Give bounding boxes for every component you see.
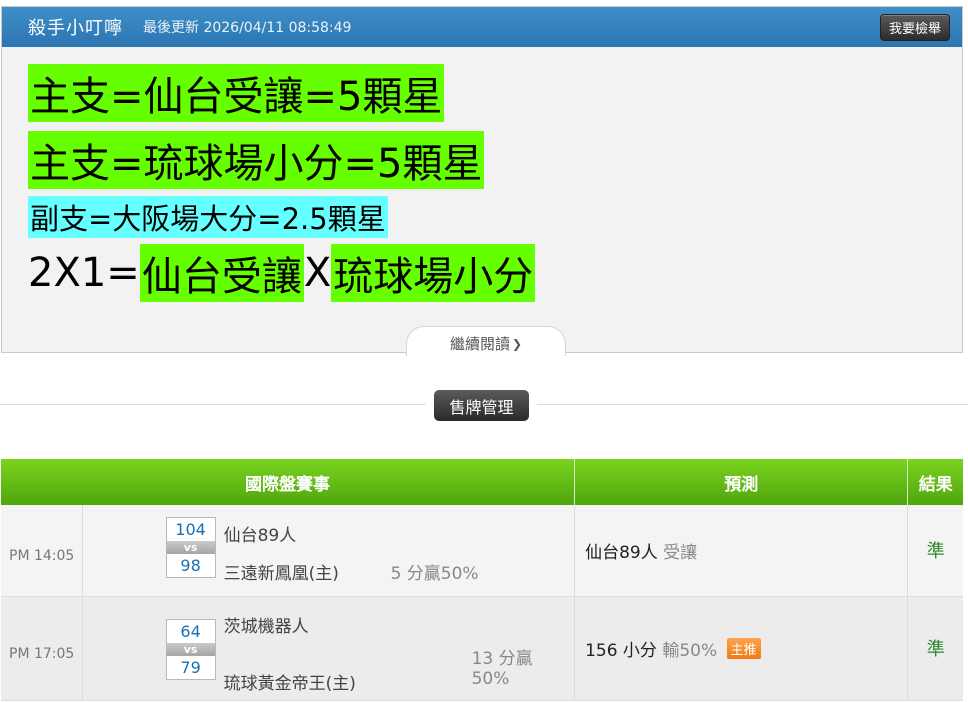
combo-part-2: 琉球場小分 (331, 244, 536, 302)
read-more-label: 繼續閱讀 (449, 335, 510, 353)
score-away: 98 (180, 556, 201, 575)
notice-body: 主支=仙台受讓=5顆星 主支=琉球場小分=5顆星 副支=大阪場大分=2.5顆星 … (2, 47, 962, 303)
games-table: 國際盤賽事 預測 結果 PM 14:05 104 vs 98 仙台89人 三遠新… (1, 459, 963, 701)
header-prediction: 預測 (574, 459, 909, 505)
notice-line-3: 副支=大阪場大分=2.5顆星 (28, 196, 962, 238)
combo-part-1: 仙台受讓 (139, 244, 304, 302)
score-away: 79 (180, 657, 201, 677)
prediction-detail: 輸50% (662, 640, 718, 661)
score-home: 64 (180, 621, 201, 641)
table-row: PM 14:05 104 vs 98 仙台89人 三遠新鳳凰(主) 5 分贏50… (1, 505, 963, 597)
result-cell: 準 (907, 505, 963, 597)
prediction-cell: 仙台89人 受讓 (574, 505, 909, 597)
notice-title: 殺手小叮嚀 (28, 18, 123, 39)
handicap-percent: 50% (471, 668, 510, 689)
read-more-button[interactable]: 繼續閱讀 ❯ (406, 326, 566, 356)
combo-separator: X (303, 250, 332, 296)
combo-prefix: 2X1= (28, 250, 140, 296)
prediction-pick: 仙台89人 (585, 542, 658, 563)
result-cell: 準 (907, 596, 963, 701)
manage-sales-button[interactable]: 售牌管理 (434, 390, 529, 421)
vs-label: vs (166, 541, 215, 554)
highlighted-text: 主支=仙台受讓=5顆星 (28, 64, 445, 122)
notice-header: 殺手小叮嚀 最後更新 2026/04/11 08:58:49 我要檢舉 (2, 7, 962, 47)
team-2: 三遠新鳳凰(主) (223, 564, 339, 584)
score-home: 104 (175, 520, 206, 539)
game-time: PM 14:05 (1, 505, 83, 597)
prediction-cell: 156 小分 輸50% 主推 (574, 596, 909, 701)
team-1: 仙台89人 (223, 526, 297, 546)
notice-panel: 殺手小叮嚀 最後更新 2026/04/11 08:58:49 我要檢舉 主支=仙… (1, 6, 963, 356)
match-cell: 104 vs 98 仙台89人 三遠新鳳凰(主) 5 分贏50% (82, 505, 576, 597)
last-updated: 最後更新 2026/04/11 08:58:49 (143, 20, 352, 36)
header-event: 國際盤賽事 (1, 459, 576, 505)
header-result: 結果 (907, 459, 963, 505)
table-row: PM 17:05 64 vs 79 茨城機器人 琉球黃金帝王(主) 13 分贏 … (1, 596, 963, 701)
featured-badge: 主推 (726, 637, 761, 659)
team-1: 茨城機器人 (223, 616, 309, 637)
notice-line-4: 2X1= 仙台受讓 X 琉球場小分 (28, 243, 962, 303)
table-header-row: 國際盤賽事 預測 結果 (1, 459, 963, 505)
handicap-info: 5 分贏50% (390, 564, 479, 584)
vs-label: vs (166, 642, 215, 656)
prediction-pick: 156 小分 (585, 640, 657, 661)
score-box: 64 vs 79 (165, 618, 216, 680)
team-2: 琉球黃金帝王(主) (223, 673, 356, 694)
handicap-info: 13 分贏 (471, 648, 533, 669)
notice-line-2: 主支=琉球場小分=5顆星 (28, 130, 962, 190)
prediction-detail: 受讓 (663, 542, 698, 563)
notice-line-1: 主支=仙台受讓=5顆星 (28, 63, 962, 123)
highlighted-text: 主支=琉球場小分=5顆星 (28, 131, 485, 189)
report-button[interactable]: 我要檢舉 (879, 13, 950, 41)
highlighted-text: 副支=大阪場大分=2.5顆星 (28, 196, 388, 238)
game-time: PM 17:05 (1, 596, 83, 701)
match-cell: 64 vs 79 茨城機器人 琉球黃金帝王(主) 13 分贏 50% (82, 596, 576, 701)
chevron-down-icon: ❯ (511, 337, 523, 351)
score-box: 104 vs 98 (165, 517, 216, 578)
